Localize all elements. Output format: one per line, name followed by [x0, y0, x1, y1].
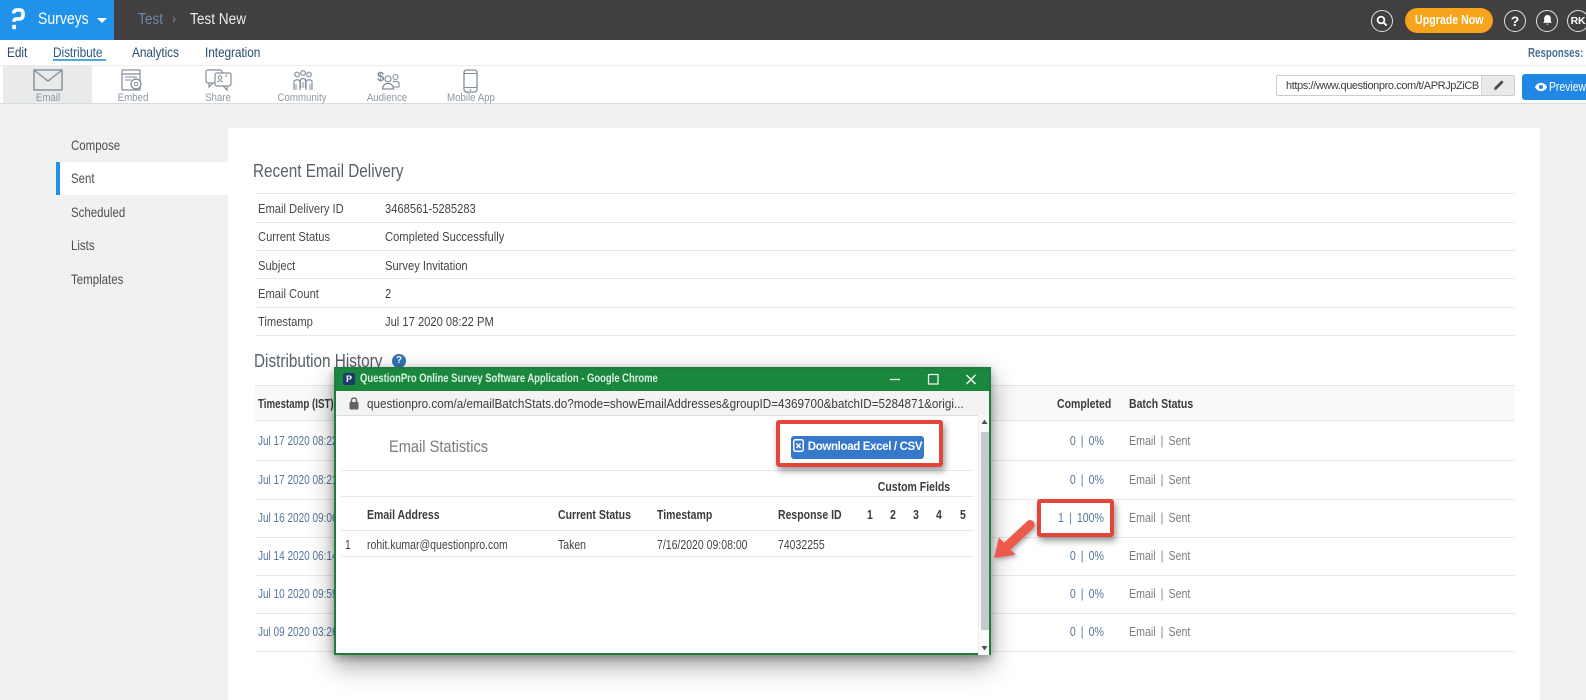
svg-text:$: $ — [377, 69, 385, 84]
